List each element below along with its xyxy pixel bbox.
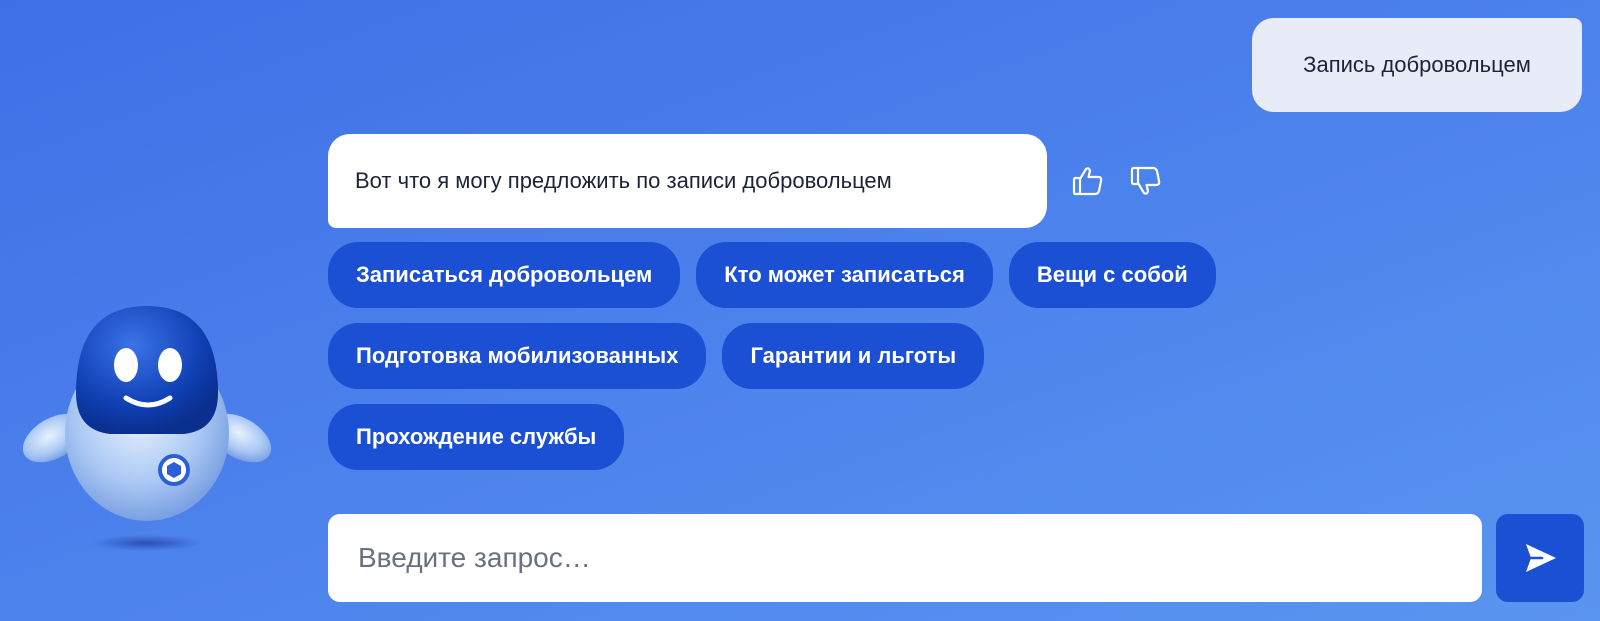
suggestion-chip-training[interactable]: Подготовка мобилизованных <box>328 323 707 389</box>
thumbs-up-icon[interactable] <box>1070 163 1106 199</box>
bot-message-text: Вот что я могу предложить по записи добр… <box>355 168 892 193</box>
thumbs-down-icon[interactable] <box>1128 163 1164 199</box>
suggestion-row: Записаться добровольцем Кто может записа… <box>328 242 1328 308</box>
send-icon <box>1526 544 1556 572</box>
suggestion-row: Подготовка мобилизованных Гарантии и льг… <box>328 323 1328 389</box>
bot-message-bubble: Вот что я могу предложить по записи добр… <box>328 134 1047 228</box>
message-input[interactable] <box>356 541 1482 575</box>
robot-assistant-icon <box>14 298 284 564</box>
suggestion-chip-volunteer[interactable]: Записаться добровольцем <box>328 242 681 308</box>
suggestion-chip-things-to-bring[interactable]: Вещи с собой <box>1008 242 1216 308</box>
suggestion-row: Прохождение службы <box>328 404 1328 470</box>
send-button[interactable] <box>1496 514 1584 602</box>
suggestion-chip-who-can-enlist[interactable]: Кто может записаться <box>696 242 993 308</box>
suggestion-chip-guarantees[interactable]: Гарантии и льготы <box>722 323 985 389</box>
message-input-box <box>328 514 1482 602</box>
suggestion-chip-service[interactable]: Прохождение службы <box>328 404 625 470</box>
user-message-bubble: Запись добровольцем <box>1252 18 1582 112</box>
user-message-text: Запись добровольцем <box>1303 52 1531 77</box>
feedback-controls <box>1070 163 1164 199</box>
suggestion-chips: Записаться добровольцем Кто может записа… <box>328 242 1328 485</box>
